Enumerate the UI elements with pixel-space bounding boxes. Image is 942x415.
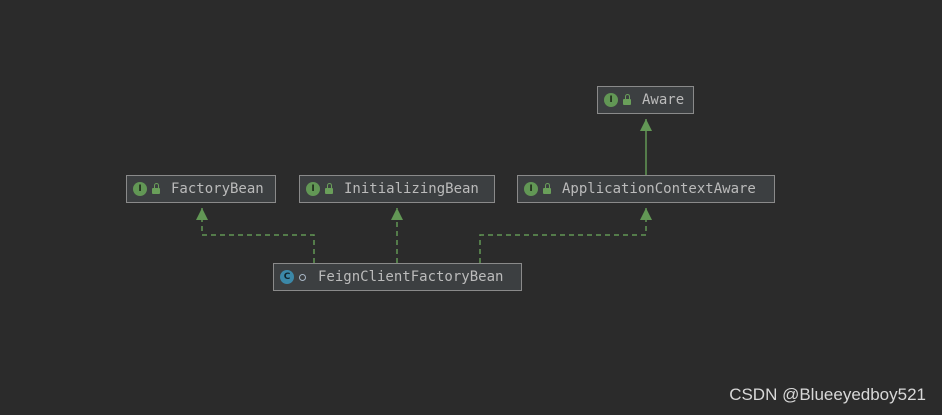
node-initializingbean[interactable]: I InitializingBean bbox=[299, 175, 495, 203]
public-lock-icon bbox=[542, 183, 552, 195]
package-private-dot-icon bbox=[298, 271, 308, 283]
interface-icon: I bbox=[604, 93, 618, 107]
node-label: Aware bbox=[642, 92, 685, 108]
watermark: CSDN @Blueeyedboy521 bbox=[729, 385, 926, 404]
node-factorybean[interactable]: I FactoryBean bbox=[126, 175, 276, 203]
interface-icon: I bbox=[524, 182, 538, 196]
node-label: FeignClientFactoryBean bbox=[318, 269, 504, 285]
class-icon: C bbox=[280, 270, 294, 284]
interface-icon: I bbox=[133, 182, 147, 196]
interface-icon: I bbox=[306, 182, 320, 196]
public-lock-icon bbox=[151, 183, 161, 195]
uml-diagram-canvas: I Aware I FactoryBean I InitializingBean… bbox=[0, 0, 942, 415]
arrowhead-applicationcontextaware bbox=[640, 208, 652, 220]
arrowhead-aware bbox=[640, 119, 652, 131]
public-lock-icon bbox=[622, 94, 632, 106]
node-aware[interactable]: I Aware bbox=[597, 86, 694, 114]
edge-feignclientfactorybean-implements-factorybean bbox=[201, 208, 315, 263]
node-label: FactoryBean bbox=[171, 181, 264, 197]
edge-feignclientfactorybean-implements-applicationcontextaware bbox=[479, 208, 647, 263]
node-label: ApplicationContextAware bbox=[562, 181, 756, 197]
node-applicationcontextaware[interactable]: I ApplicationContextAware bbox=[517, 175, 775, 203]
public-lock-icon bbox=[324, 183, 334, 195]
arrowhead-initializingbean bbox=[391, 208, 403, 220]
node-label: InitializingBean bbox=[344, 181, 479, 197]
edges-layer bbox=[196, 119, 652, 263]
arrowhead-factorybean bbox=[196, 208, 208, 220]
node-feignclientfactorybean[interactable]: C FeignClientFactoryBean bbox=[273, 263, 522, 291]
